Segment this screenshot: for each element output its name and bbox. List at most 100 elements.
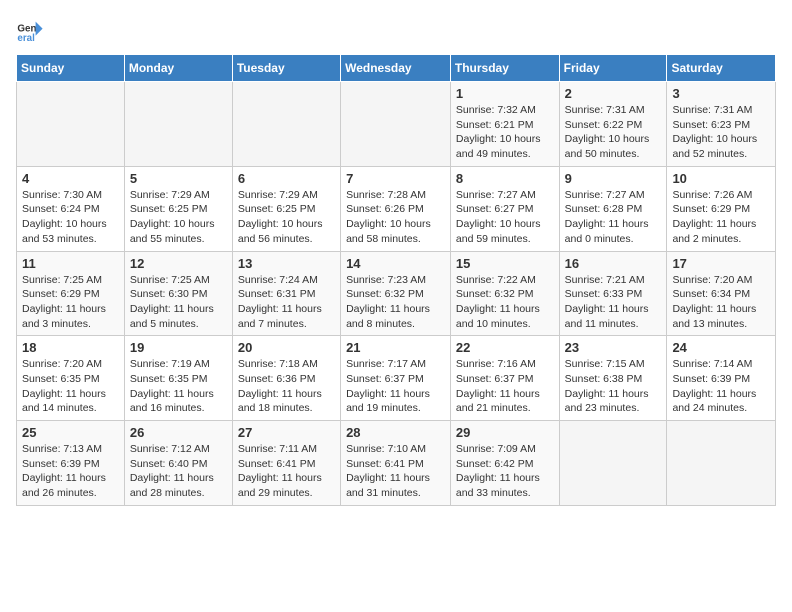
calendar-cell: 14 Sunrise: 7:23 AM Sunset: 6:32 PM Dayli…: [341, 251, 451, 336]
day-number: 23: [565, 340, 662, 355]
calendar-cell: 2Sunrise: 7:31 AM Sunset: 6:22 PM Daylig…: [559, 82, 667, 167]
calendar-cell: 28Sunrise: 7:10 AM Sunset: 6:41 PM Dayli…: [341, 421, 451, 506]
header-day-friday: Friday: [559, 55, 667, 82]
calendar-cell: 7 Sunrise: 7:28 AM Sunset: 6:26 PM Daylig…: [341, 166, 451, 251]
day-number: 24: [672, 340, 770, 355]
calendar-cell: 29 Sunrise: 7:09 AM Sunset: 6:42 PM Dayli…: [450, 421, 559, 506]
day-info: Sunrise: 7:20 AM Sunset: 6:35 PM Dayligh…: [22, 357, 119, 416]
day-number: 22: [456, 340, 554, 355]
day-info: Sunrise: 7:12 AM Sunset: 6:40 PM Dayligh…: [130, 442, 227, 501]
calendar-cell: 17Sunrise: 7:20 AM Sunset: 6:34 PM Dayli…: [667, 251, 776, 336]
calendar-cell: 10 Sunrise: 7:26 AM Sunset: 6:29 PM Dayli…: [667, 166, 776, 251]
day-number: 3: [672, 86, 770, 101]
calendar-cell: [232, 82, 340, 167]
calendar-cell: 11 Sunrise: 7:25 AM Sunset: 6:29 PM Dayli…: [17, 251, 125, 336]
calendar-cell: 9 Sunrise: 7:27 AM Sunset: 6:28 PM Daylig…: [559, 166, 667, 251]
day-number: 20: [238, 340, 335, 355]
day-number: 11: [22, 256, 119, 271]
day-info: Sunrise: 7:27 AM Sunset: 6:28 PM Dayligh…: [565, 188, 662, 247]
day-number: 1: [456, 86, 554, 101]
calendar-cell: 5 Sunrise: 7:29 AM Sunset: 6:25 PM Daylig…: [124, 166, 232, 251]
day-info: Sunrise: 7:16 AM Sunset: 6:37 PM Dayligh…: [456, 357, 554, 416]
week-row-2: 4 Sunrise: 7:30 AM Sunset: 6:24 PM Daylig…: [17, 166, 776, 251]
logo-icon: Gen eral: [16, 16, 44, 44]
day-info: Sunrise: 7:22 AM Sunset: 6:32 PM Dayligh…: [456, 273, 554, 332]
day-number: 19: [130, 340, 227, 355]
day-info: Sunrise: 7:27 AM Sunset: 6:27 PM Dayligh…: [456, 188, 554, 247]
day-info: Sunrise: 7:31 AM Sunset: 6:23 PM Dayligh…: [672, 103, 770, 162]
day-number: 16: [565, 256, 662, 271]
calendar-cell: 23Sunrise: 7:15 AM Sunset: 6:38 PM Dayli…: [559, 336, 667, 421]
calendar-cell: 12Sunrise: 7:25 AM Sunset: 6:30 PM Dayli…: [124, 251, 232, 336]
day-info: Sunrise: 7:14 AM Sunset: 6:39 PM Dayligh…: [672, 357, 770, 416]
day-info: Sunrise: 7:30 AM Sunset: 6:24 PM Dayligh…: [22, 188, 119, 247]
day-info: Sunrise: 7:19 AM Sunset: 6:35 PM Dayligh…: [130, 357, 227, 416]
calendar-cell: 15 Sunrise: 7:22 AM Sunset: 6:32 PM Dayli…: [450, 251, 559, 336]
day-info: Sunrise: 7:32 AM Sunset: 6:21 PM Dayligh…: [456, 103, 554, 162]
week-row-1: 1 Sunrise: 7:32 AM Sunset: 6:21 PM Daylig…: [17, 82, 776, 167]
calendar-cell: 19 Sunrise: 7:19 AM Sunset: 6:35 PM Dayli…: [124, 336, 232, 421]
day-number: 21: [346, 340, 445, 355]
day-number: 14: [346, 256, 445, 271]
week-row-5: 25 Sunrise: 7:13 AM Sunset: 6:39 PM Dayli…: [17, 421, 776, 506]
calendar-cell: [667, 421, 776, 506]
day-info: Sunrise: 7:29 AM Sunset: 6:25 PM Dayligh…: [130, 188, 227, 247]
day-number: 25: [22, 425, 119, 440]
calendar-cell: 20 Sunrise: 7:18 AM Sunset: 6:36 PM Dayli…: [232, 336, 340, 421]
calendar-cell: [341, 82, 451, 167]
day-info: Sunrise: 7:31 AM Sunset: 6:22 PM Dayligh…: [565, 103, 662, 162]
calendar-cell: 24 Sunrise: 7:14 AM Sunset: 6:39 PM Dayli…: [667, 336, 776, 421]
calendar-cell: 4 Sunrise: 7:30 AM Sunset: 6:24 PM Daylig…: [17, 166, 125, 251]
calendar-cell: 18Sunrise: 7:20 AM Sunset: 6:35 PM Dayli…: [17, 336, 125, 421]
week-row-3: 11 Sunrise: 7:25 AM Sunset: 6:29 PM Dayli…: [17, 251, 776, 336]
day-info: Sunrise: 7:13 AM Sunset: 6:39 PM Dayligh…: [22, 442, 119, 501]
day-info: Sunrise: 7:26 AM Sunset: 6:29 PM Dayligh…: [672, 188, 770, 247]
day-number: 6: [238, 171, 335, 186]
calendar-cell: 3 Sunrise: 7:31 AM Sunset: 6:23 PM Daylig…: [667, 82, 776, 167]
day-number: 7: [346, 171, 445, 186]
calendar-cell: 1 Sunrise: 7:32 AM Sunset: 6:21 PM Daylig…: [450, 82, 559, 167]
day-number: 13: [238, 256, 335, 271]
header: Gen eral: [16, 16, 776, 44]
day-number: 10: [672, 171, 770, 186]
header-day-saturday: Saturday: [667, 55, 776, 82]
week-row-4: 18Sunrise: 7:20 AM Sunset: 6:35 PM Dayli…: [17, 336, 776, 421]
calendar-cell: 16 Sunrise: 7:21 AM Sunset: 6:33 PM Dayli…: [559, 251, 667, 336]
day-info: Sunrise: 7:17 AM Sunset: 6:37 PM Dayligh…: [346, 357, 445, 416]
day-number: 26: [130, 425, 227, 440]
day-info: Sunrise: 7:10 AM Sunset: 6:41 PM Dayligh…: [346, 442, 445, 501]
day-info: Sunrise: 7:29 AM Sunset: 6:25 PM Dayligh…: [238, 188, 335, 247]
day-number: 27: [238, 425, 335, 440]
day-info: Sunrise: 7:11 AM Sunset: 6:41 PM Dayligh…: [238, 442, 335, 501]
svg-text:eral: eral: [17, 33, 35, 44]
calendar-cell: 13 Sunrise: 7:24 AM Sunset: 6:31 PM Dayli…: [232, 251, 340, 336]
day-number: 15: [456, 256, 554, 271]
day-info: Sunrise: 7:28 AM Sunset: 6:26 PM Dayligh…: [346, 188, 445, 247]
day-number: 5: [130, 171, 227, 186]
day-info: Sunrise: 7:20 AM Sunset: 6:34 PM Dayligh…: [672, 273, 770, 332]
header-day-tuesday: Tuesday: [232, 55, 340, 82]
header-day-thursday: Thursday: [450, 55, 559, 82]
day-number: 8: [456, 171, 554, 186]
calendar-cell: 6 Sunrise: 7:29 AM Sunset: 6:25 PM Daylig…: [232, 166, 340, 251]
header-day-sunday: Sunday: [17, 55, 125, 82]
calendar-cell: [17, 82, 125, 167]
calendar-cell: 21 Sunrise: 7:17 AM Sunset: 6:37 PM Dayli…: [341, 336, 451, 421]
calendar-cell: 26 Sunrise: 7:12 AM Sunset: 6:40 PM Dayli…: [124, 421, 232, 506]
day-info: Sunrise: 7:21 AM Sunset: 6:33 PM Dayligh…: [565, 273, 662, 332]
day-number: 4: [22, 171, 119, 186]
day-info: Sunrise: 7:09 AM Sunset: 6:42 PM Dayligh…: [456, 442, 554, 501]
day-number: 29: [456, 425, 554, 440]
logo: Gen eral: [16, 16, 48, 44]
calendar-cell: 25 Sunrise: 7:13 AM Sunset: 6:39 PM Dayli…: [17, 421, 125, 506]
calendar-cell: [124, 82, 232, 167]
day-number: 9: [565, 171, 662, 186]
header-day-wednesday: Wednesday: [341, 55, 451, 82]
day-info: Sunrise: 7:24 AM Sunset: 6:31 PM Dayligh…: [238, 273, 335, 332]
header-row: SundayMondayTuesdayWednesdayThursdayFrid…: [17, 55, 776, 82]
day-info: Sunrise: 7:18 AM Sunset: 6:36 PM Dayligh…: [238, 357, 335, 416]
calendar-cell: [559, 421, 667, 506]
day-info: Sunrise: 7:25 AM Sunset: 6:29 PM Dayligh…: [22, 273, 119, 332]
day-number: 12: [130, 256, 227, 271]
day-info: Sunrise: 7:23 AM Sunset: 6:32 PM Dayligh…: [346, 273, 445, 332]
